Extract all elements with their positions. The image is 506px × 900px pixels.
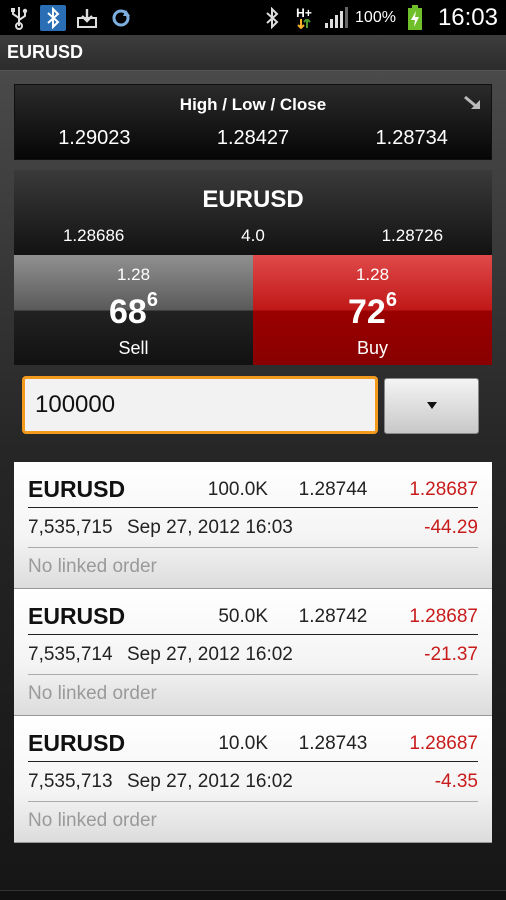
buy-label: Buy [356, 338, 389, 358]
sell-button[interactable]: 1.28 686 Sell [14, 255, 253, 365]
sell-price-pips: 686 [14, 289, 253, 332]
position-time: Sep 27, 2012 16:02 [127, 644, 293, 665]
buy-button[interactable]: 1.28 726 Buy [253, 255, 492, 365]
sell-pips: 68 [109, 293, 147, 331]
amount-input-row [14, 372, 492, 442]
usb-icon [6, 5, 32, 31]
position-current-price: 1.28687 [409, 479, 478, 500]
page-title: EURUSD [7, 42, 84, 62]
close-value: 1.28734 [375, 127, 448, 149]
ask-value: 1.28726 [381, 226, 444, 245]
position-details: 7,535,714 Sep 27, 2012 16:02 -21.37 [28, 644, 478, 670]
position-summary: EURUSD 50.0K 1.28742 1.28687 [28, 603, 478, 633]
positions-list: EURUSD 100.0K 1.28744 1.28687 7,535,715 … [14, 462, 492, 843]
sell-pipette: 6 [146, 289, 158, 311]
position-amount: 100.0K [207, 479, 268, 500]
position-open-price: 1.28742 [298, 606, 368, 627]
bid-value: 1.28686 [62, 226, 125, 245]
amount-input[interactable] [22, 376, 378, 434]
spread-value: 4.0 [241, 226, 265, 245]
dropdown-arrow-icon [426, 397, 437, 415]
divider [28, 507, 478, 508]
position-pl: -44.29 [424, 517, 478, 538]
amount-dropdown-button[interactable] [384, 378, 479, 434]
position-summary: EURUSD 10.0K 1.28743 1.28687 [28, 730, 478, 760]
position-row[interactable]: EURUSD 10.0K 1.28743 1.28687 7,535,713 S… [14, 716, 492, 843]
buy-price-pips: 726 [253, 289, 492, 332]
position-summary: EURUSD 100.0K 1.28744 1.28687 [28, 476, 478, 506]
position-time: Sep 27, 2012 16:02 [127, 771, 293, 792]
sync-icon [108, 5, 134, 31]
bottom-bar [0, 890, 506, 900]
linked-order-text: No linked order [28, 810, 157, 831]
notification-icons [0, 4, 134, 31]
position-time: Sep 27, 2012 16:03 [127, 517, 293, 538]
divider [28, 674, 478, 675]
network-type-label: H+ [296, 5, 312, 20]
hlc-values: 1.29023 1.28427 1.28734 [15, 127, 491, 150]
hplus-data-icon: H+ [291, 5, 317, 31]
clock: 16:03 [437, 3, 498, 31]
high-value: 1.29023 [58, 127, 131, 149]
position-pl: -21.37 [424, 644, 478, 665]
position-details: 7,535,715 Sep 27, 2012 16:03 -44.29 [28, 517, 478, 543]
low-value: 1.28427 [216, 127, 290, 149]
position-symbol: EURUSD [28, 476, 126, 502]
position-amount: 50.0K [218, 606, 268, 627]
quote-symbol: EURUSD [202, 186, 304, 213]
sell-price-prefix: 1.28 [116, 265, 151, 284]
divider [28, 547, 478, 548]
position-open-price: 1.28744 [298, 479, 368, 500]
status-bar: H+ 100% 16:03 [0, 0, 506, 35]
buy-price-prefix: 1.28 [355, 265, 390, 284]
quote-panel: EURUSD 1.28686 4.0 1.28726 [14, 170, 492, 255]
position-ticket: 7,535,714 [28, 644, 113, 665]
high-low-close-panel: High / Low / Close 1.29023 1.28427 1.287… [14, 84, 492, 160]
battery-percent: 100% [355, 8, 396, 26]
position-symbol: EURUSD [28, 730, 126, 756]
position-current-price: 1.28687 [409, 606, 478, 627]
divider [28, 634, 478, 635]
position-pl: -4.35 [434, 771, 478, 792]
divider [28, 761, 478, 762]
position-details: 7,535,713 Sep 27, 2012 16:02 -4.35 [28, 771, 478, 797]
position-row[interactable]: EURUSD 50.0K 1.28742 1.28687 7,535,714 S… [14, 589, 492, 716]
position-current-price: 1.28687 [409, 733, 478, 754]
bluetooth-icon [40, 4, 66, 31]
linked-order-text: No linked order [28, 556, 157, 577]
app-title-bar: EURUSD [0, 35, 506, 71]
sell-label: Sell [118, 338, 149, 358]
signal-icon [323, 5, 349, 31]
system-icons: H+ 100% 16:03 [259, 4, 506, 32]
collapse-arrow-icon[interactable] [463, 95, 483, 113]
divider [28, 801, 478, 802]
quote-values: 1.28686 4.0 1.28726 [14, 226, 492, 246]
position-ticket: 7,535,715 [28, 517, 113, 538]
bluetooth-icon [259, 5, 285, 31]
linked-order-text: No linked order [28, 683, 157, 704]
position-ticket: 7,535,713 [28, 771, 113, 792]
position-amount: 10.0K [218, 733, 268, 754]
position-open-price: 1.28743 [298, 733, 368, 754]
download-icon [74, 5, 100, 31]
buy-pips: 72 [348, 293, 386, 331]
position-symbol: EURUSD [28, 603, 126, 629]
hlc-title: High / Low / Close [179, 95, 327, 114]
battery-charging-icon [402, 4, 428, 31]
buy-pipette: 6 [385, 289, 397, 311]
position-row[interactable]: EURUSD 100.0K 1.28744 1.28687 7,535,715 … [14, 462, 492, 589]
